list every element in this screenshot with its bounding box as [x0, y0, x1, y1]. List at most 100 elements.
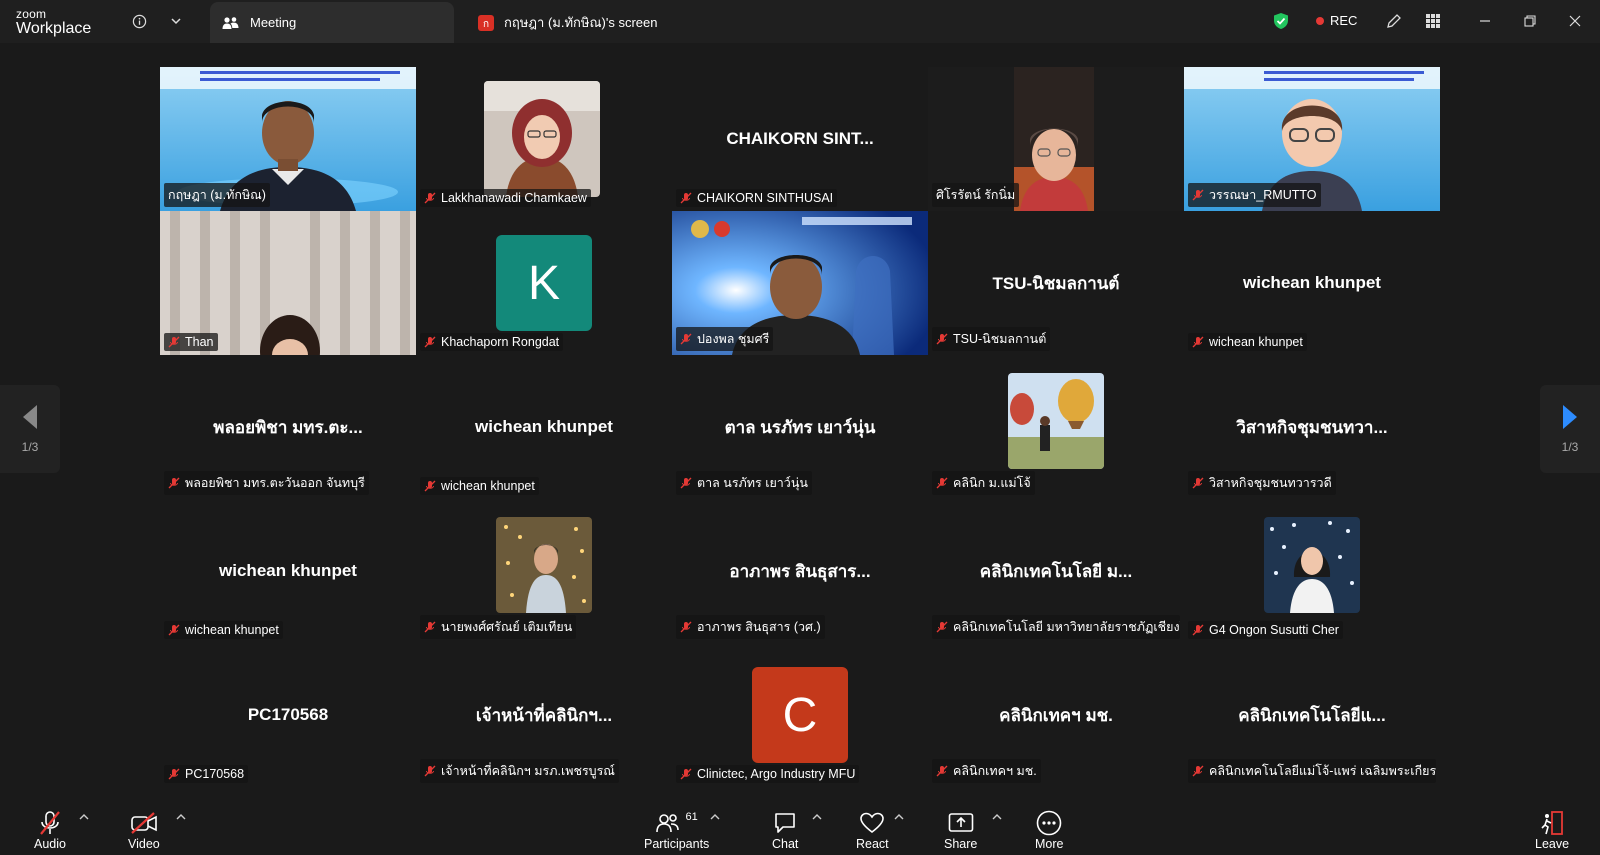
participant-tile[interactable]: เจ้าหน้าที่คลินิกฯ... เจ้าหน้าที่คลินิกฯ… — [416, 643, 672, 787]
participants-label: Participants — [644, 837, 710, 851]
participant-name: G4 Ongon Susutti Cher — [1209, 623, 1339, 637]
participant-name-bar: wichean khunpet — [164, 621, 283, 639]
restore-icon[interactable] — [1519, 10, 1541, 32]
chat-options-chevron-icon[interactable] — [812, 813, 822, 824]
participant-tile[interactable]: กฤษฎา (ม.ทักษิณ) — [160, 67, 416, 211]
record-dot-icon — [1316, 16, 1324, 25]
participant-tile[interactable]: พลอยพิชา มทร.ตะ... พลอยพิชา มทร.ตะวันออก… — [160, 355, 416, 499]
shield-check-icon[interactable] — [1270, 10, 1292, 32]
audio-label: Audio — [34, 837, 66, 851]
mic-muted-icon — [680, 333, 692, 345]
participant-tile[interactable]: นายพงศ์ศรัณย์ เติมเทียน — [416, 499, 672, 643]
participant-tile[interactable]: PC170568 PC170568 — [160, 643, 416, 787]
participant-tile[interactable]: คลินิกเทคโนโลยีแ... คลินิกเทคโนโลยีแม่โจ… — [1184, 643, 1440, 787]
participant-tile[interactable]: วรรณษา_RMUTTO — [1184, 67, 1440, 211]
participant-name-bar: คลินิก ม.แม่โจ้ — [932, 471, 1035, 495]
more-label: More — [1035, 837, 1064, 851]
zoom-logo: zoom Workplace — [16, 8, 91, 37]
participant-tile[interactable]: ศิโรรัตน์ รักนิ่ม — [928, 67, 1184, 211]
participant-tile[interactable]: C Clinictec, Argo Industry MFU — [672, 643, 928, 787]
video-options-chevron-icon[interactable] — [176, 813, 186, 824]
arrow-right-icon — [1563, 405, 1577, 429]
audio-options-chevron-icon[interactable] — [79, 813, 89, 824]
share-button[interactable]: Share — [944, 809, 977, 851]
participant-tile[interactable]: CHAIKORN SINT... CHAIKORN SINTHUSAI — [672, 67, 928, 211]
tab-meeting[interactable]: Meeting — [210, 2, 454, 43]
next-page-button[interactable]: 1/3 — [1540, 385, 1600, 473]
participant-name-bar: ศิโรรัตน์ รักนิ่ม — [932, 183, 1020, 207]
participant-tile[interactable]: อาภาพร สินธุสาร... อาภาพร สินธุสาร (วศ.) — [672, 499, 928, 643]
page-indicator-right: 1/3 — [1561, 440, 1579, 454]
mic-muted-icon — [680, 477, 692, 489]
participant-name-bar: พลอยพิชา มทร.ตะวันออก จันทบุรี — [164, 471, 369, 495]
participants-options-chevron-icon[interactable] — [710, 813, 720, 824]
mic-muted-icon — [168, 336, 180, 348]
participant-name-bar: Clinictec, Argo Industry MFU — [676, 765, 860, 783]
mic-muted-icon — [1192, 765, 1204, 777]
participant-tile[interactable]: wichean khunpet wichean khunpet — [1184, 211, 1440, 355]
chat-label: Chat — [772, 837, 799, 851]
minimize-icon[interactable] — [1474, 10, 1496, 32]
mic-muted-icon — [168, 624, 180, 636]
leave-label: Leave — [1535, 837, 1570, 851]
react-label: React — [856, 837, 889, 851]
participant-tile[interactable]: Than — [160, 211, 416, 355]
mic-muted-icon — [936, 333, 948, 345]
previous-page-button[interactable]: 1/3 — [0, 385, 60, 473]
mic-muted-icon — [424, 621, 436, 633]
participant-tile[interactable]: G4 Ongon Susutti Cher — [1184, 499, 1440, 643]
video-button[interactable]: Video — [128, 809, 160, 851]
mic-muted-icon — [1192, 624, 1204, 636]
participant-tile[interactable]: ปองพล ชุมศรี — [672, 211, 928, 355]
audio-button[interactable]: Audio — [34, 809, 66, 851]
tab-meeting-label: Meeting — [250, 15, 297, 30]
react-options-chevron-icon[interactable] — [894, 813, 904, 824]
participant-name: ตาล นรภัทร เยาว์นุ่น — [697, 476, 808, 490]
info-icon[interactable] — [128, 10, 150, 32]
participant-name: คลินิก ม.แม่โจ้ — [953, 476, 1031, 490]
participant-name-bar: คลินิกเทคฯ มช. — [932, 759, 1041, 783]
participant-tile[interactable]: คลินิกเทคฯ มช. คลินิกเทคฯ มช. — [928, 643, 1184, 787]
participant-tile[interactable]: K Khachaporn Rongdat — [416, 211, 672, 355]
participant-name-bar: เจ้าหน้าที่คลินิกฯ มรภ.เพชรบูรณ์ — [420, 759, 619, 783]
apps-grid-icon[interactable] — [1422, 10, 1444, 32]
mic-muted-icon — [680, 768, 692, 780]
participant-name: ปองพล ชุมศรี — [697, 332, 770, 346]
video-off-icon — [130, 809, 158, 837]
participants-button[interactable]: 61 Participants — [644, 809, 709, 851]
mic-muted-icon — [936, 621, 948, 633]
participant-name-bar: อาภาพร สินธุสาร (วศ.) — [676, 615, 825, 639]
page-indicator-left: 1/3 — [21, 440, 39, 454]
tab-screen-share[interactable]: ก กฤษฎา (ม.ทักษิณ)'s screen — [478, 2, 657, 43]
participant-tile[interactable]: wichean khunpet wichean khunpet — [160, 499, 416, 643]
mic-muted-icon — [936, 477, 948, 489]
participant-tile[interactable]: คลินิก ม.แม่โจ้ — [928, 355, 1184, 499]
more-button[interactable]: More — [1035, 809, 1063, 851]
participant-tile[interactable]: คลินิกเทคโนโลยี ม... คลินิกเทคโนโลยี มหา… — [928, 499, 1184, 643]
participant-tile[interactable]: wichean khunpet wichean khunpet — [416, 355, 672, 499]
participant-name: wichean khunpet — [185, 623, 279, 637]
people-icon — [222, 16, 240, 30]
share-screen-icon — [948, 809, 974, 837]
participant-name: Than — [185, 335, 214, 349]
meeting-toolbar: Audio Video 61 Participants Chat React S… — [0, 801, 1600, 855]
leave-button[interactable]: Leave — [1535, 809, 1569, 851]
title-bar: zoom Workplace Meeting ก กฤษฎา (ม.ทักษิณ… — [0, 0, 1600, 43]
participant-name: PC170568 — [185, 767, 245, 781]
mic-muted-icon — [1192, 336, 1204, 348]
mic-muted-icon — [1192, 477, 1204, 489]
participant-tile[interactable]: Lakkhanawadi Chamkaew — [416, 67, 672, 211]
react-button[interactable]: React — [856, 809, 889, 851]
participant-tile[interactable]: วิสาหกิจชุมชนทวา... วิสาหกิจชุมชนทวารวดี — [1184, 355, 1440, 499]
participant-photo — [1264, 517, 1360, 613]
participant-tile[interactable]: TSU-นิชมลกานต์ TSU-นิชมลกานต์ — [928, 211, 1184, 355]
participant-tile[interactable]: ตาล นรภัทร เยาว์นุ่น ตาล นรภัทร เยาว์นุ่… — [672, 355, 928, 499]
recording-indicator[interactable]: REC — [1316, 13, 1357, 28]
chevron-down-icon[interactable] — [165, 10, 187, 32]
close-icon[interactable] — [1564, 10, 1586, 32]
annotate-pen-icon[interactable] — [1383, 10, 1405, 32]
share-options-chevron-icon[interactable] — [992, 813, 1002, 824]
mic-muted-icon — [680, 621, 692, 633]
chat-button[interactable]: Chat — [772, 809, 798, 851]
participants-icon: 61 — [655, 809, 698, 837]
